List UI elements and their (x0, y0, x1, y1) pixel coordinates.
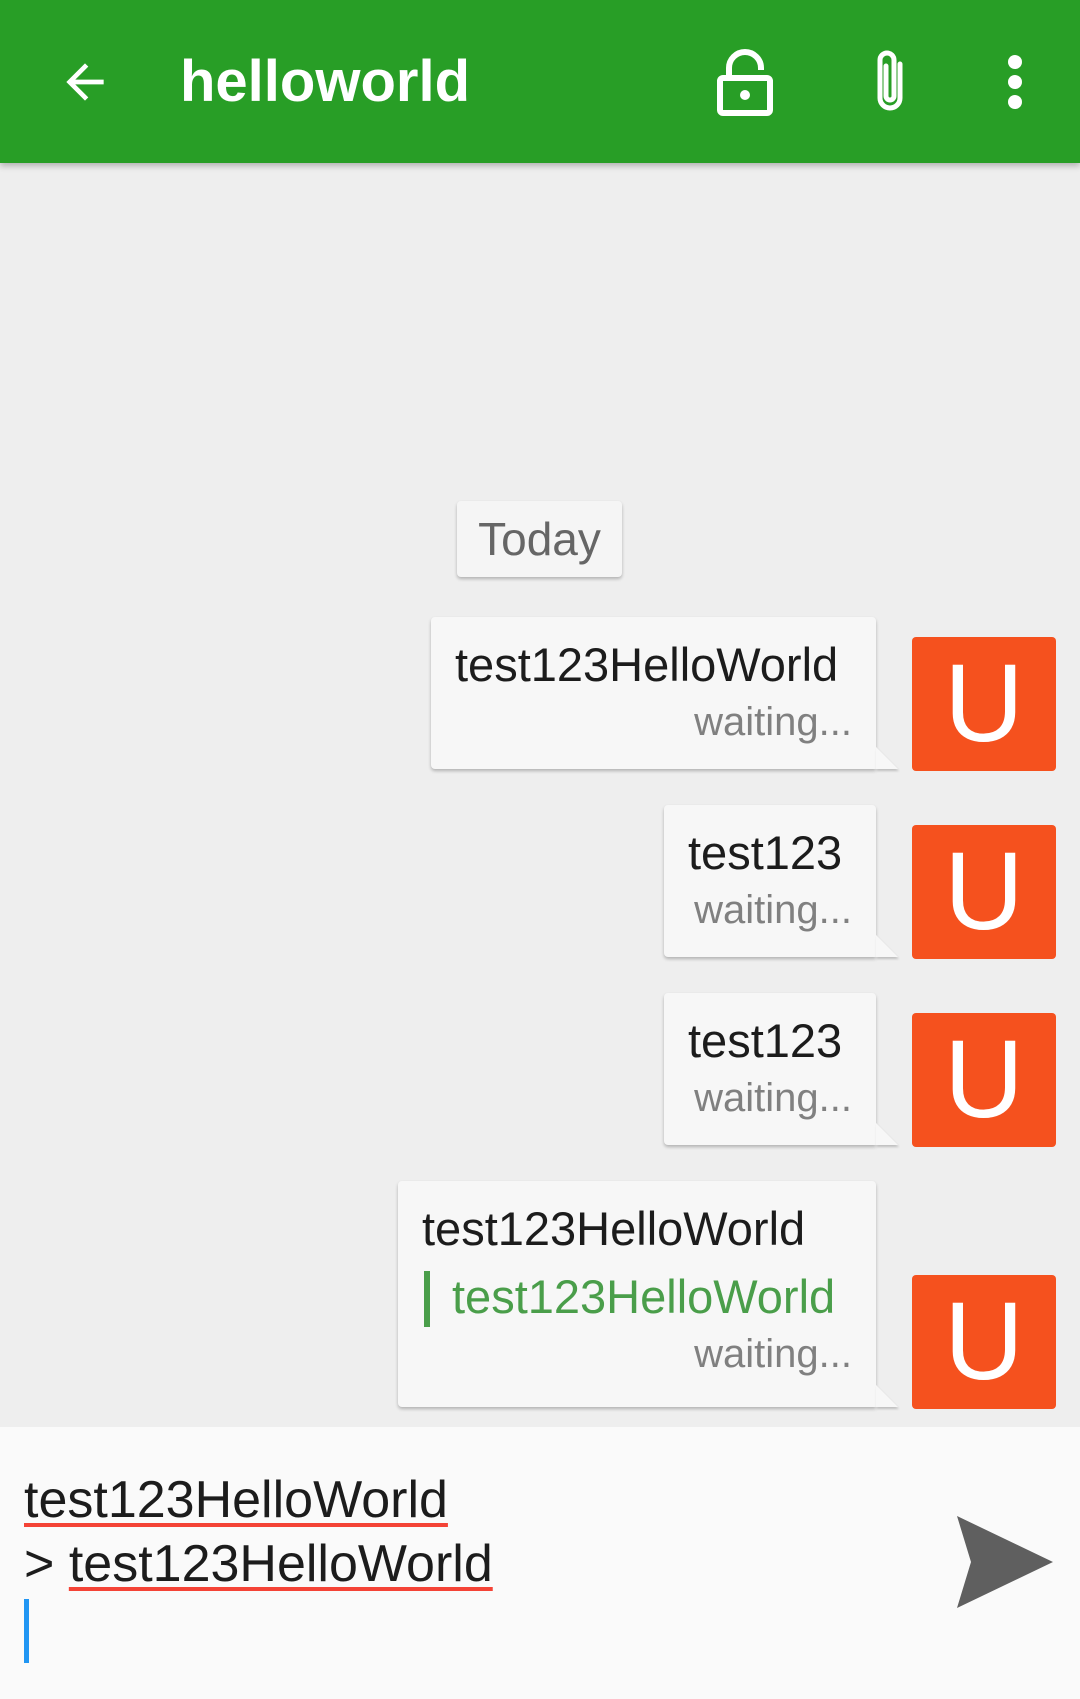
quote-content: test123HelloWorld (452, 1270, 836, 1323)
message-status: waiting... (694, 888, 852, 932)
send-button[interactable] (950, 1507, 1060, 1617)
message-text: test123 (688, 1014, 843, 1067)
avatar[interactable]: U (912, 637, 1056, 771)
message-status: waiting... (694, 1332, 852, 1376)
send-icon (957, 1516, 1053, 1608)
avatar[interactable]: U (912, 1013, 1056, 1147)
back-button[interactable] (40, 0, 130, 163)
message-composer: test123HelloWorld > test123HelloWorld (0, 1427, 1080, 1699)
paperclip-icon (877, 50, 903, 110)
message-text: test123 (688, 826, 843, 879)
conversation-title: helloworld (180, 49, 470, 114)
input-text: test123HelloWorld (24, 1471, 448, 1529)
more-vert-icon (1008, 54, 1022, 109)
date-separator: Today (457, 501, 622, 577)
quote-prefix: > (24, 1535, 69, 1593)
quote-bar (424, 1271, 430, 1327)
message-bubble[interactable]: test123 waiting... (664, 993, 876, 1145)
message-input-line-1[interactable]: test123HelloWorld (24, 1469, 448, 1531)
message-text: test123HelloWorld (422, 1202, 806, 1255)
text-cursor (24, 1599, 29, 1663)
quoted-text: test123HelloWorld (422, 1269, 852, 1327)
message-bubble[interactable]: test123HelloWorld test123HelloWorld wait… (398, 1181, 876, 1407)
message-text: test123HelloWorld (455, 638, 839, 691)
message-list[interactable]: Today test123HelloWorld waiting... U tes… (0, 163, 1080, 1427)
arrow-back-icon (66, 62, 104, 101)
avatar[interactable]: U (912, 825, 1056, 959)
app-bar: helloworld (0, 0, 1080, 163)
chat-screen: helloworld Today test123HelloWorld waiti… (0, 0, 1080, 1699)
encryption-button[interactable] (700, 0, 790, 163)
message-status: waiting... (694, 1076, 852, 1120)
message-status: waiting... (694, 700, 852, 744)
more-options-button[interactable] (980, 0, 1050, 163)
input-quoted-text: test123HelloWorld (68, 1535, 493, 1593)
message-bubble[interactable]: test123 waiting... (664, 805, 876, 957)
lock-open-icon (717, 48, 773, 116)
message-bubble[interactable]: test123HelloWorld waiting... (431, 617, 876, 769)
attach-button[interactable] (845, 0, 935, 163)
avatar[interactable]: U (912, 1275, 1056, 1409)
message-input-line-2[interactable]: > test123HelloWorld (24, 1533, 493, 1595)
